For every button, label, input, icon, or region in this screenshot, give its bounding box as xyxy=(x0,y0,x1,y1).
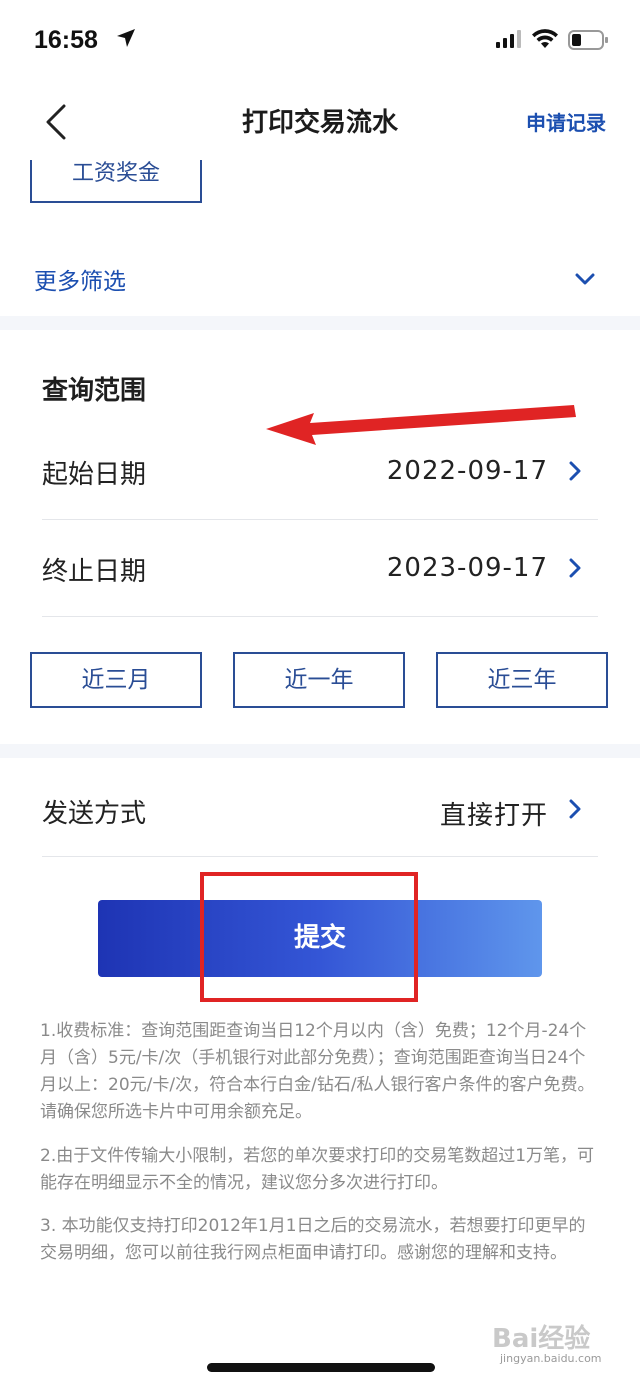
salary-bonus-filter-button[interactable]: 工资奖金 xyxy=(30,160,202,203)
chevron-right-icon[interactable] xyxy=(568,799,582,819)
fee-note: 1.收费标准：查询范围距查询当日12个月以内（含）免费；12个月-24个月（含）… xyxy=(40,1021,595,1122)
chevron-down-icon[interactable] xyxy=(575,272,595,286)
send-method-label: 发送方式 xyxy=(42,799,147,829)
home-indicator[interactable] xyxy=(207,1363,435,1372)
size-limit-note: 2.由于文件传输大小限制，若您的单次要求打印的交易笔数超过1万笔，可能存在明细显… xyxy=(40,1146,595,1193)
quick-three-years-button[interactable]: 近三年 xyxy=(436,652,608,708)
red-highlight-box xyxy=(200,872,418,1002)
chevron-right-icon[interactable] xyxy=(568,558,582,578)
chevron-right-icon[interactable] xyxy=(568,461,582,481)
apply-record-link[interactable]: 申请记录 xyxy=(526,107,606,136)
date-support-note: 3. 本功能仅支持打印2012年1月1日之后的交易流水，若想要打印更早的交易明细… xyxy=(40,1216,586,1263)
watermark-url: jingyan.baidu.com xyxy=(500,1352,602,1365)
row-divider xyxy=(42,519,598,520)
section-divider xyxy=(0,316,640,330)
more-filter-toggle[interactable]: 更多筛选 xyxy=(34,262,126,296)
quick-one-year-button[interactable]: 近一年 xyxy=(233,652,405,708)
salary-bonus-label: 工资奖金 xyxy=(71,161,160,186)
start-date-label: 起始日期 xyxy=(42,460,147,490)
end-date-value[interactable]: 2023-09-17 xyxy=(387,553,548,583)
status-bar: 16:58 xyxy=(0,0,640,80)
cellular-signal-icon xyxy=(496,30,521,48)
status-time: 16:58 xyxy=(34,26,98,54)
row-divider xyxy=(42,856,598,857)
nav-header: 打印交易流水 申请记录 xyxy=(0,80,640,162)
watermark-logo: Bai经验 xyxy=(492,1324,591,1354)
section-divider xyxy=(0,744,640,758)
query-range-title: 查询范围 xyxy=(42,376,147,406)
location-arrow-icon xyxy=(117,29,135,47)
end-date-label: 终止日期 xyxy=(42,557,147,587)
start-date-value[interactable]: 2022-09-17 xyxy=(387,456,548,486)
quick-three-months-button[interactable]: 近三月 xyxy=(30,652,202,708)
red-annotation-arrow-icon xyxy=(266,405,576,445)
wifi-icon xyxy=(532,29,558,48)
row-divider xyxy=(42,616,598,617)
send-method-value[interactable]: 直接打开 xyxy=(440,795,548,832)
battery-icon xyxy=(568,30,608,50)
